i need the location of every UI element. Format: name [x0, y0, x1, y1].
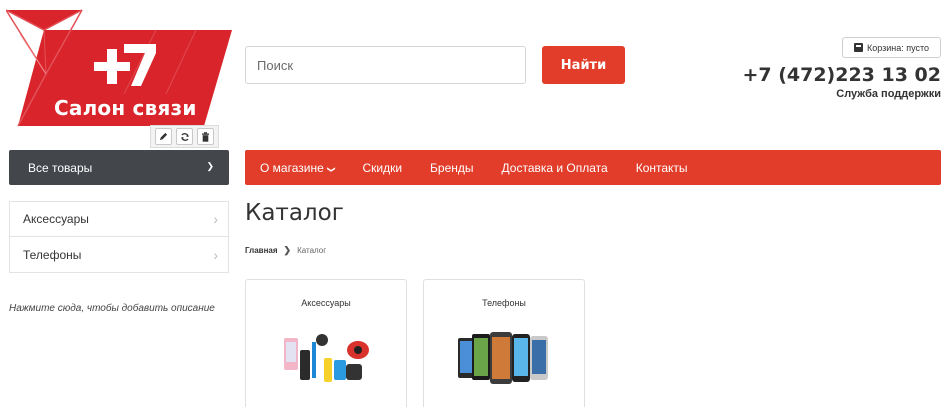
nav-item-delivery[interactable]: Доставка и Оплата	[502, 161, 608, 175]
all-goods-button[interactable]: Все товары ❯	[9, 150, 229, 185]
sidebar-item-accessories[interactable]: Аксессуары ›	[10, 202, 228, 237]
category-sidebar: Аксессуары › Телефоны ›	[9, 201, 229, 273]
sidebar-description[interactable]: Нажмите сюда, чтобы добавить описание	[9, 303, 215, 314]
nav-item-discounts[interactable]: Скидки	[362, 161, 402, 175]
pencil-icon[interactable]	[155, 128, 172, 145]
search-button[interactable]: Найти	[542, 46, 625, 84]
chevron-down-icon: ❯	[206, 161, 214, 171]
nav-item-label: О магазине	[260, 160, 324, 175]
main-nav: О магазине ❯ Скидки Бренды Доставка и Опл…	[245, 150, 941, 185]
breadcrumb-separator-icon: ❯	[283, 245, 292, 255]
sidebar-item-phones[interactable]: Телефоны ›	[10, 237, 228, 272]
logo-text: Салон связи	[54, 96, 197, 120]
chevron-down-icon: ❯	[326, 165, 336, 173]
cart-button[interactable]: Корзина: пусто	[842, 37, 941, 58]
sidebar-item-label: Телефоны	[23, 247, 82, 262]
chevron-right-icon: ›	[213, 211, 218, 227]
cart-label: Корзина: пусто	[866, 42, 930, 53]
edit-toolbar	[150, 125, 219, 148]
breadcrumb-current: Каталог	[297, 246, 327, 255]
logo[interactable]: Салон связи	[6, 4, 232, 128]
support-label: Служба поддержки	[836, 88, 941, 100]
chevron-right-icon: ›	[213, 246, 218, 263]
phones-image	[458, 332, 548, 384]
card-title: Телефоны	[482, 298, 526, 308]
category-card-phones[interactable]: Телефоны	[423, 279, 585, 407]
all-goods-label: Все товары	[28, 160, 93, 175]
cart-icon	[853, 43, 863, 52]
breadcrumb-home[interactable]: Главная	[245, 246, 278, 255]
search-input[interactable]	[245, 46, 526, 84]
phone-number: +7 (472)223 13 02	[742, 64, 941, 86]
category-card-accessories[interactable]: Аксессуары	[245, 279, 407, 407]
refresh-icon[interactable]	[176, 128, 193, 145]
nav-item-contacts[interactable]: Контакты	[636, 161, 688, 175]
sidebar-item-label: Аксессуары	[23, 212, 89, 226]
nav-item-about[interactable]: О магазине ❯	[260, 160, 336, 175]
card-title: Аксессуары	[301, 298, 351, 308]
trash-icon[interactable]	[197, 128, 214, 145]
breadcrumb: Главная ❯ Каталог	[245, 245, 326, 256]
accessories-image	[284, 334, 369, 382]
nav-item-brands[interactable]: Бренды	[430, 161, 473, 175]
page-title: Каталог	[245, 200, 344, 226]
